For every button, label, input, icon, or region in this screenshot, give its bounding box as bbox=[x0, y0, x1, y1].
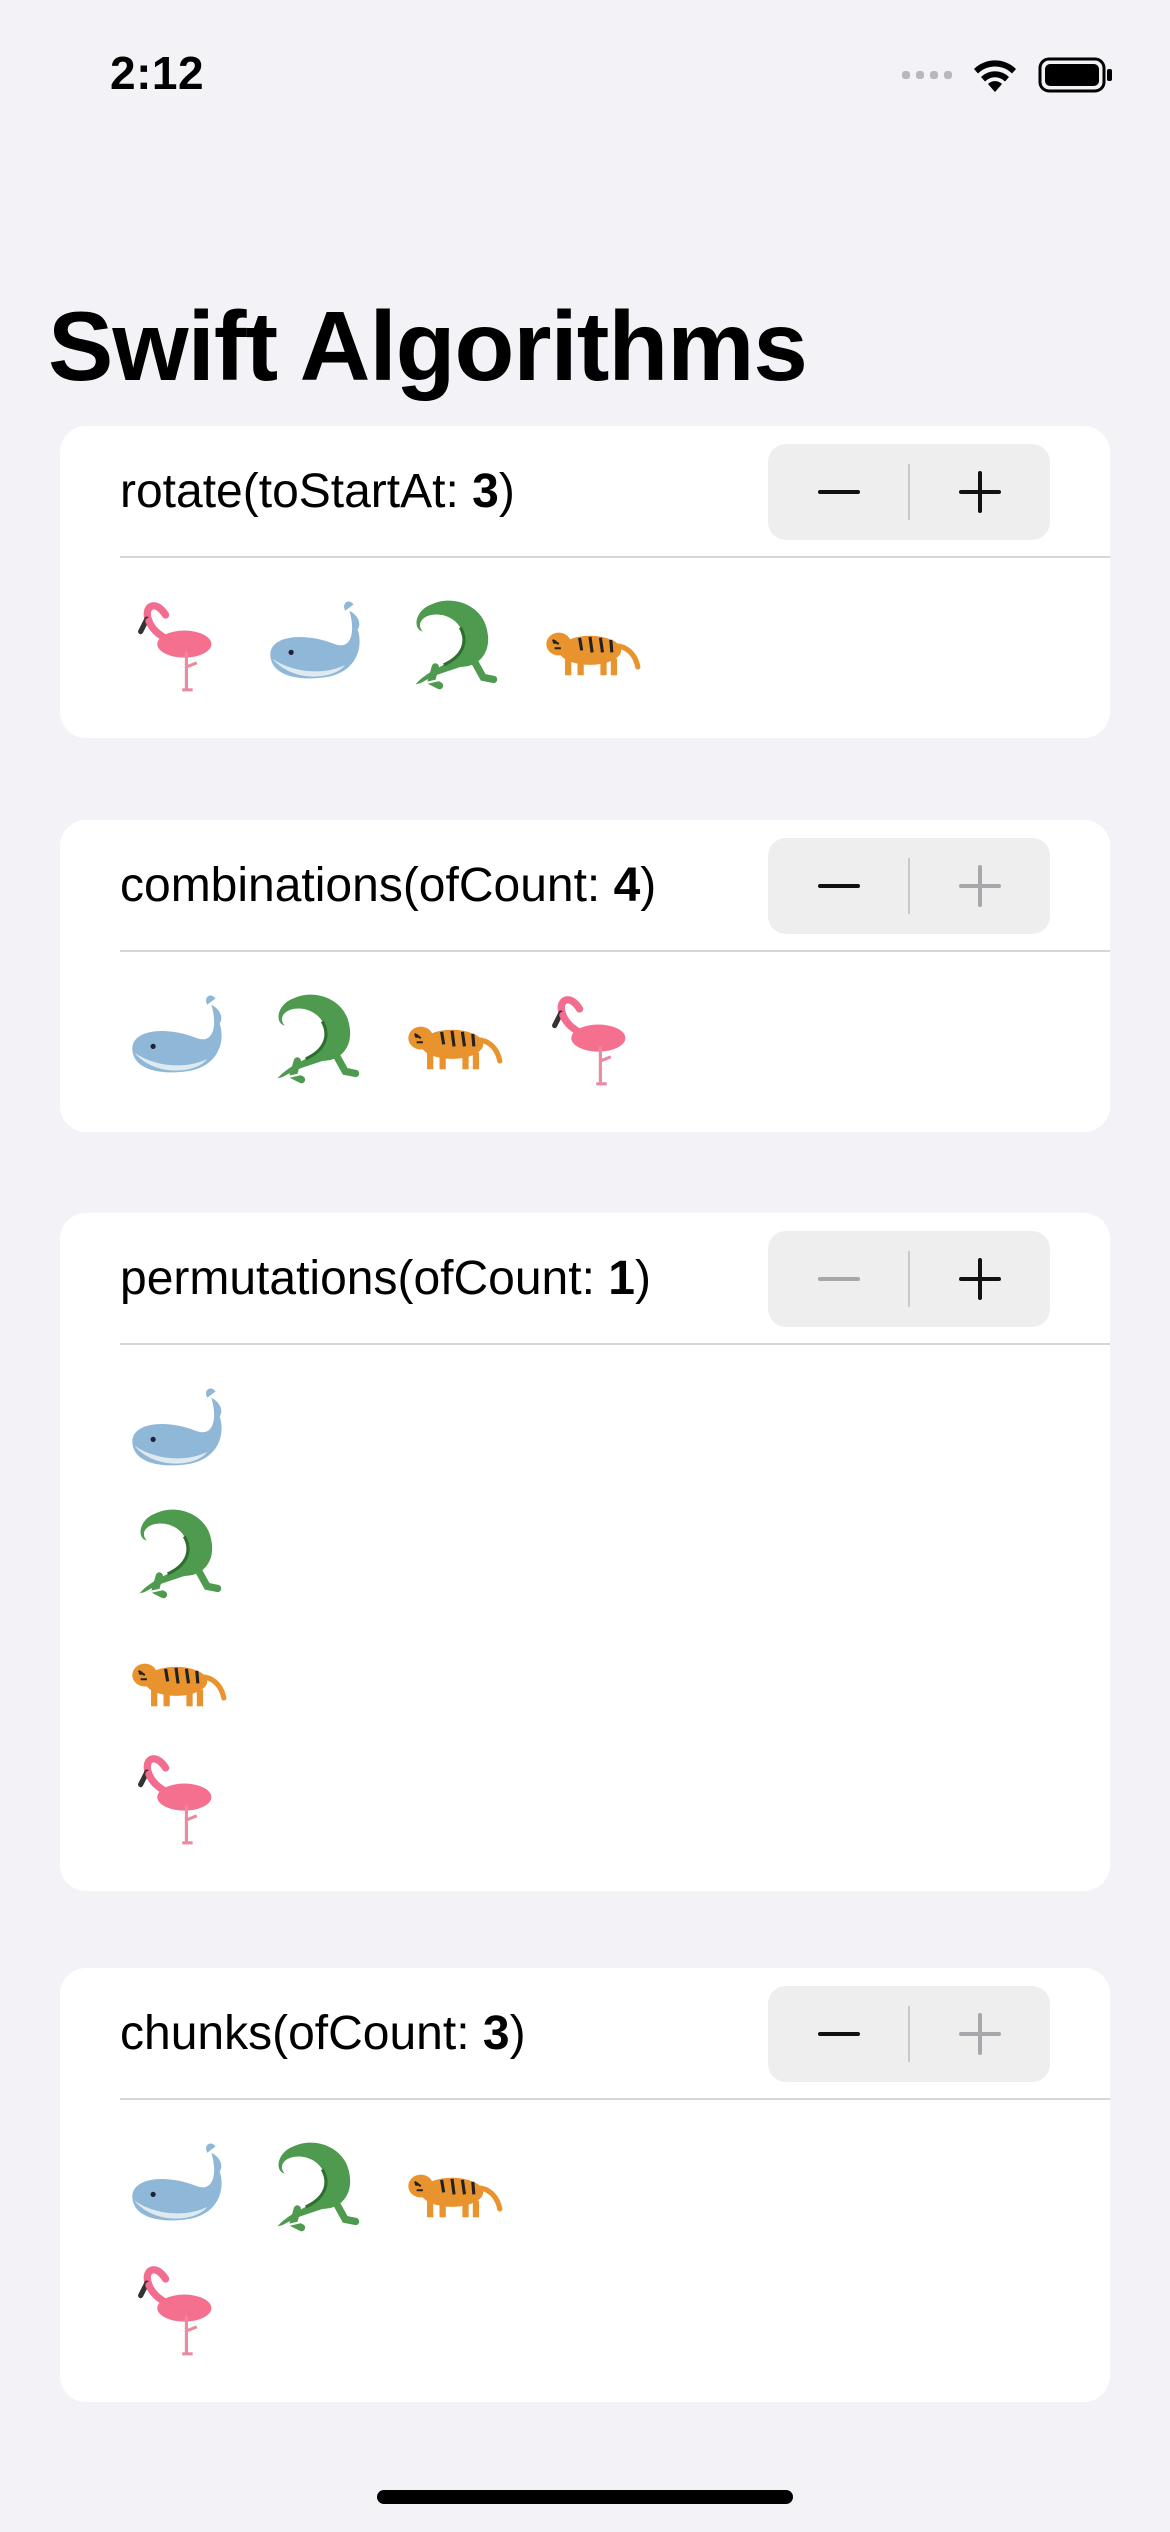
home-indicator[interactable] bbox=[377, 2490, 793, 2504]
decrement-button[interactable] bbox=[768, 1986, 909, 2082]
decrement-button[interactable] bbox=[768, 444, 909, 540]
label-text: combinations(ofCount: bbox=[120, 859, 614, 912]
card-header: combinations(ofCount: 4) bbox=[60, 820, 1110, 952]
page-title: Swift Algorithms bbox=[48, 291, 808, 401]
tiger-icon bbox=[396, 980, 508, 1092]
increment-button[interactable] bbox=[909, 444, 1050, 540]
minus-icon bbox=[817, 490, 860, 494]
plus-icon bbox=[958, 2013, 1001, 2055]
card-divider bbox=[120, 2098, 1110, 2100]
plus-icon bbox=[958, 471, 1001, 513]
label-suffix: ) bbox=[509, 2007, 526, 2060]
chunks-stepper bbox=[768, 1986, 1050, 2082]
label-text: rotate(toStartAt: bbox=[120, 465, 473, 518]
tiger-icon bbox=[396, 2128, 508, 2240]
minus-icon bbox=[817, 2032, 860, 2036]
whale-icon bbox=[120, 1373, 232, 1485]
emoji-row bbox=[60, 1739, 1110, 1861]
combinations-stepper bbox=[768, 838, 1050, 934]
card-divider bbox=[120, 1343, 1110, 1345]
rotate-stepper bbox=[768, 444, 1050, 540]
status-time: 2:12 bbox=[110, 47, 205, 99]
permutations-label: permutations(ofCount: 1) bbox=[120, 1213, 651, 1345]
increment-button[interactable] bbox=[909, 838, 1050, 934]
emoji-grid bbox=[60, 558, 1110, 708]
crocodile-icon bbox=[396, 586, 508, 698]
card-header: rotate(toStartAt: 3) bbox=[60, 426, 1110, 558]
label-text: chunks(ofCount: bbox=[120, 2007, 483, 2060]
card-header: chunks(ofCount: 3) bbox=[60, 1968, 1110, 2100]
emoji-grid bbox=[60, 952, 1110, 1102]
decrement-button[interactable] bbox=[768, 1231, 909, 1327]
flamingo-icon bbox=[120, 1739, 232, 1851]
crocodile-icon bbox=[258, 2128, 370, 2240]
emoji-row bbox=[60, 1617, 1110, 1739]
increment-button[interactable] bbox=[909, 1986, 1050, 2082]
combinations-card: combinations(ofCount: 4) bbox=[60, 820, 1110, 1132]
rotate-label: rotate(toStartAt: 3) bbox=[120, 426, 515, 558]
flamingo-icon bbox=[120, 2250, 232, 2362]
screen: 2:12 Swift Algorithms rotate(toStartAt: … bbox=[0, 0, 1170, 2532]
increment-button[interactable] bbox=[909, 1231, 1050, 1327]
emoji-grid bbox=[60, 2100, 1110, 2372]
whale-icon bbox=[120, 980, 232, 1092]
label-suffix: ) bbox=[498, 465, 515, 518]
minus-icon bbox=[817, 1277, 860, 1281]
combinations-label: combinations(ofCount: 4) bbox=[120, 820, 656, 952]
card-divider bbox=[120, 950, 1110, 952]
plus-icon bbox=[958, 865, 1001, 907]
label-suffix: ) bbox=[634, 1252, 651, 1305]
chunks-card: chunks(ofCount: 3) bbox=[60, 1968, 1110, 2402]
permutations-stepper bbox=[768, 1231, 1050, 1327]
status-bar: 2:12 bbox=[0, 0, 1170, 150]
emoji-row bbox=[60, 1373, 1110, 1495]
emoji-grid bbox=[60, 1345, 1110, 1861]
label-suffix: ) bbox=[640, 859, 657, 912]
status-icons bbox=[902, 52, 1114, 98]
label-value: 3 bbox=[482, 2007, 510, 2060]
emoji-row bbox=[60, 2128, 1110, 2250]
label-text: permutations(ofCount: bbox=[120, 1252, 609, 1305]
emoji-row bbox=[60, 2250, 1110, 2372]
emoji-row bbox=[60, 586, 1110, 708]
flamingo-icon bbox=[534, 980, 646, 1092]
label-value: 4 bbox=[613, 859, 641, 912]
cellular-signal-icon bbox=[902, 71, 952, 79]
crocodile-icon bbox=[258, 980, 370, 1092]
label-value: 1 bbox=[608, 1252, 635, 1305]
plus-icon bbox=[958, 1258, 1001, 1300]
label-value: 3 bbox=[472, 465, 499, 518]
card-header: permutations(ofCount: 1) bbox=[60, 1213, 1110, 1345]
flamingo-icon bbox=[120, 586, 232, 698]
tiger-icon bbox=[534, 586, 646, 698]
card-divider bbox=[120, 556, 1110, 558]
whale-icon bbox=[120, 2128, 232, 2240]
tiger-icon bbox=[120, 1617, 232, 1729]
emoji-row bbox=[60, 980, 1110, 1102]
battery-icon bbox=[1038, 57, 1112, 93]
decrement-button[interactable] bbox=[768, 838, 909, 934]
rotate-card: rotate(toStartAt: 3) bbox=[60, 426, 1110, 738]
permutations-card: permutations(ofCount: 1) bbox=[60, 1213, 1110, 1891]
whale-icon bbox=[258, 586, 370, 698]
crocodile-icon bbox=[120, 1495, 232, 1607]
minus-icon bbox=[817, 884, 860, 888]
emoji-row bbox=[60, 1495, 1110, 1617]
chunks-label: chunks(ofCount: 3) bbox=[120, 1968, 526, 2100]
wifi-icon bbox=[974, 60, 1016, 92]
